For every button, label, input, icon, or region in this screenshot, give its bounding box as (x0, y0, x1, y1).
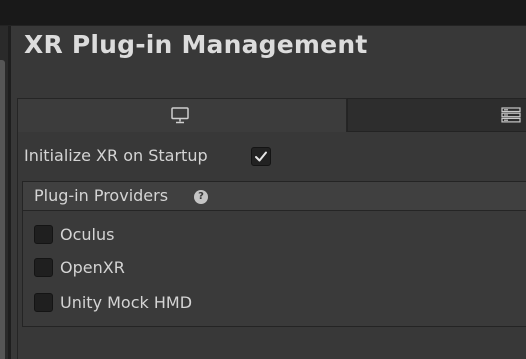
provider-checkbox-openxr[interactable] (34, 258, 53, 277)
provider-label-openxr: OpenXR (60, 258, 125, 277)
toolbar-divider (0, 25, 526, 26)
top-toolbar (0, 0, 526, 25)
monitor-icon (171, 107, 189, 124)
server-rack-icon (501, 107, 521, 123)
provider-label-unity-mock-hmd: Unity Mock HMD (60, 293, 193, 312)
left-scrollbar[interactable] (0, 60, 5, 359)
tab-standalone[interactable] (17, 98, 347, 132)
provider-checkbox-oculus[interactable] (34, 225, 53, 244)
plugin-providers-header: Plug-in Providers ? (23, 182, 526, 211)
plugin-providers-label: Plug-in Providers (34, 186, 169, 205)
platform-tabs (17, 98, 526, 132)
tab-dedicated-server[interactable] (347, 98, 526, 132)
provider-checkbox-unity-mock-hmd[interactable] (34, 293, 53, 312)
provider-label-oculus: Oculus (60, 225, 115, 244)
initialize-xr-label: Initialize XR on Startup (24, 146, 208, 165)
initialize-xr-checkbox[interactable] (251, 147, 271, 166)
help-icon[interactable]: ? (194, 190, 208, 204)
checkmark-icon (255, 151, 267, 162)
panel-splitter[interactable] (8, 26, 11, 359)
page-title: XR Plug-in Management (24, 30, 368, 59)
